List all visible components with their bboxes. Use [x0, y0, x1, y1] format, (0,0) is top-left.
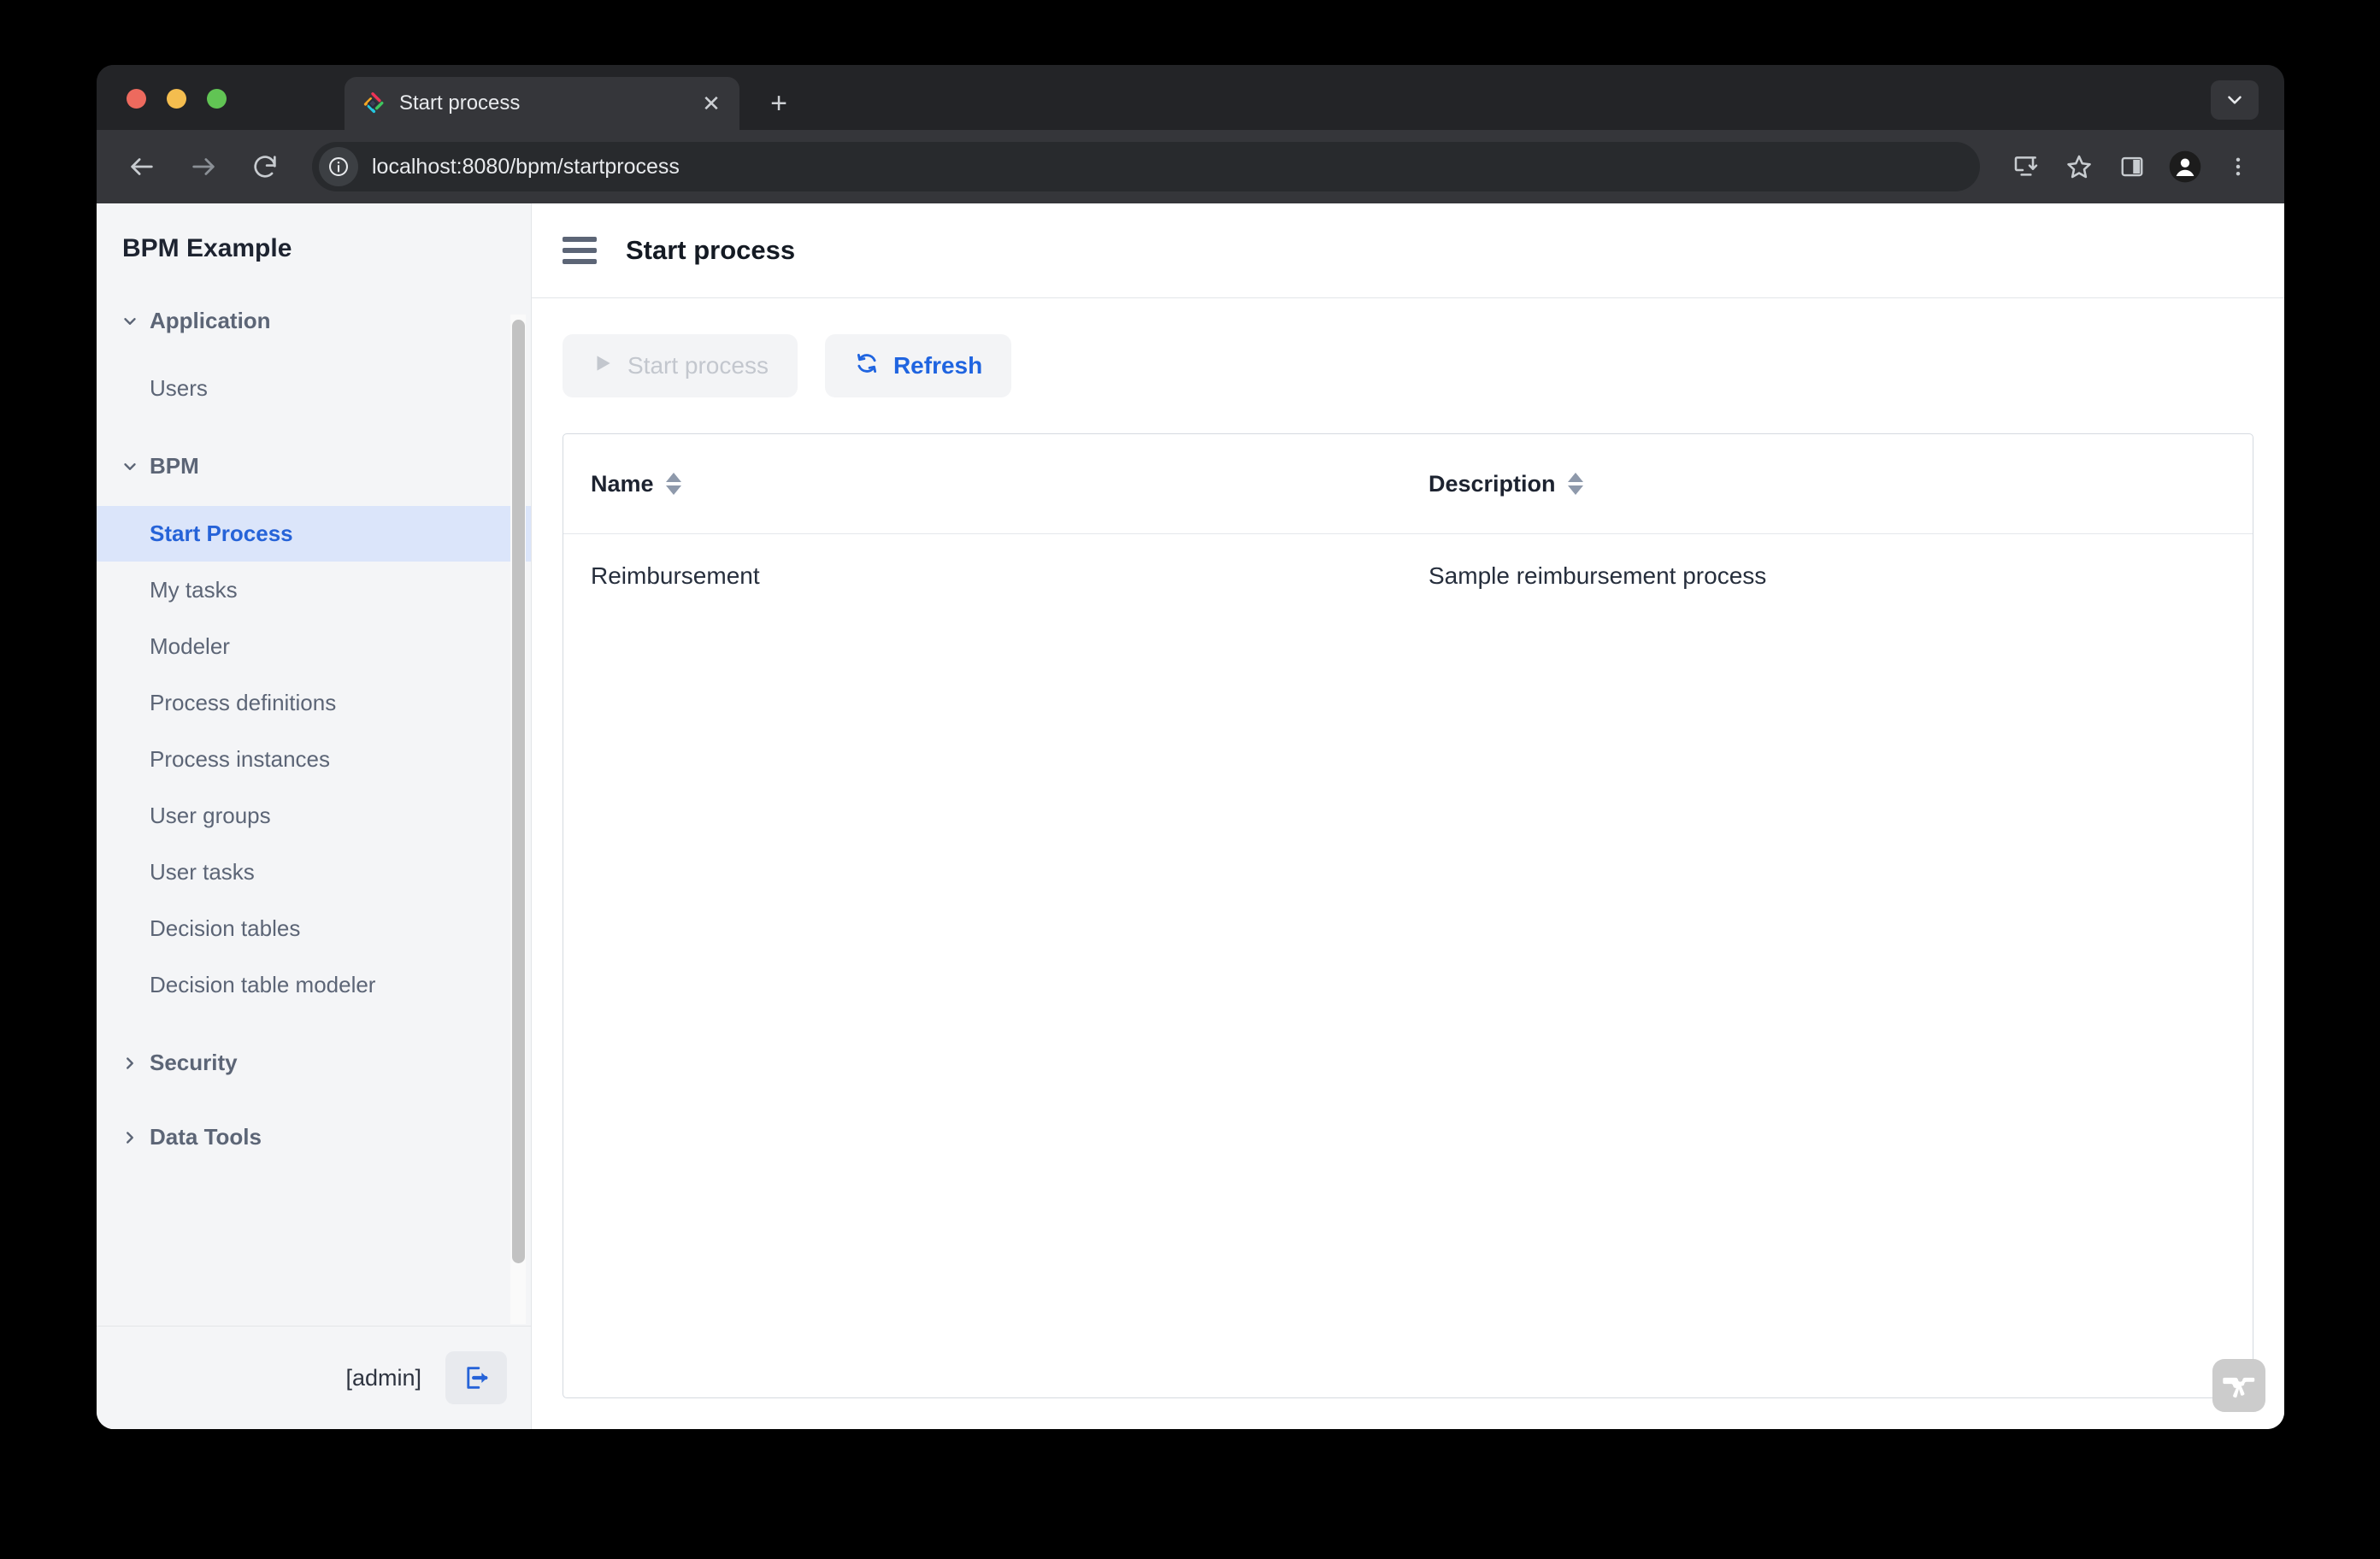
- address-bar[interactable]: localhost:8080/bpm/startprocess: [312, 142, 1980, 191]
- play-triangle-icon: [592, 352, 614, 380]
- sidebar-item-user-tasks[interactable]: User tasks: [97, 844, 519, 900]
- sidebar-item-user-groups[interactable]: User groups: [97, 788, 519, 844]
- vaadin-logo-icon[interactable]: [2212, 1359, 2265, 1412]
- sidebar-item-process-definitions[interactable]: Process definitions: [97, 675, 519, 731]
- browser-toolbar: localhost:8080/bpm/startprocess: [97, 130, 2284, 203]
- reload-icon[interactable]: [244, 145, 286, 188]
- address-bar-url: localhost:8080/bpm/startprocess: [372, 155, 680, 179]
- browser-window: Start process ✕ +: [97, 65, 2284, 1429]
- start-process-button-label: Start process: [627, 352, 769, 379]
- forward-arrow-icon[interactable]: [182, 145, 225, 188]
- chevron-down-icon: [117, 457, 143, 476]
- process-grid: Name Description Reimbursement Sample re…: [563, 433, 2253, 1398]
- grid-cell-name: Reimbursement: [563, 562, 1418, 590]
- chevron-down-icon: [117, 312, 143, 331]
- sidebar-item-modeler[interactable]: Modeler: [97, 619, 519, 674]
- table-row[interactable]: Reimbursement Sample reimbursement proce…: [563, 534, 2253, 618]
- app-sidebar: BPM Example Application Users: [97, 203, 532, 1429]
- sidebar-item-decision-tables[interactable]: Decision tables: [97, 901, 519, 956]
- grid-cell-description: Sample reimbursement process: [1418, 562, 2253, 590]
- site-info-icon[interactable]: [319, 147, 358, 186]
- sidebar-item-process-instances[interactable]: Process instances: [97, 732, 519, 787]
- side-panel-icon[interactable]: [2110, 144, 2154, 189]
- sidebar-section-application[interactable]: Application: [97, 296, 531, 346]
- sidebar-item-start-process[interactable]: Start Process: [97, 506, 531, 562]
- page-title: Start process: [626, 235, 795, 266]
- tab-search-button[interactable]: [2211, 80, 2259, 120]
- browser-tab[interactable]: Start process ✕: [345, 77, 739, 130]
- sort-arrows-icon: [1568, 473, 1583, 495]
- start-process-button[interactable]: Start process: [563, 334, 798, 397]
- vaadin-diamond-icon: [360, 91, 386, 116]
- refresh-button-label: Refresh: [893, 352, 982, 379]
- maximize-window-button[interactable]: [207, 89, 227, 109]
- main-header: Start process: [532, 203, 2284, 298]
- sidebar-item-decision-table-modeler[interactable]: Decision table modeler: [97, 957, 519, 1013]
- sidebar-section-label: Application: [150, 308, 271, 334]
- back-arrow-icon[interactable]: [121, 145, 163, 188]
- sort-by-name-button[interactable]: Name: [591, 471, 1418, 497]
- main-content: Start process Start process: [532, 203, 2284, 1429]
- refresh-circular-arrows-icon: [854, 350, 880, 382]
- sidebar-nav: Application Users BPM Start Process My: [97, 280, 531, 1326]
- grid-header-row: Name Description: [563, 434, 2253, 534]
- hamburger-menu-icon[interactable]: [563, 237, 597, 264]
- sidebar-footer: [admin]: [97, 1326, 531, 1429]
- page-content: BPM Example Application Users: [97, 203, 2284, 1429]
- refresh-button[interactable]: Refresh: [825, 334, 1011, 397]
- spacer: [97, 1088, 531, 1112]
- close-window-button[interactable]: [127, 89, 146, 109]
- grid-column-label-description: Description: [1429, 471, 1556, 497]
- sidebar-section-security[interactable]: Security: [97, 1038, 531, 1088]
- new-tab-button[interactable]: +: [763, 89, 794, 120]
- sidebar-section-label: Security: [150, 1050, 238, 1076]
- bookmark-star-icon[interactable]: [2057, 144, 2101, 189]
- spacer: [97, 346, 531, 360]
- install-app-icon[interactable]: [2004, 144, 2048, 189]
- logout-button[interactable]: [445, 1351, 507, 1404]
- three-dot-menu-icon[interactable]: [2216, 144, 2260, 189]
- action-toolbar: Start process Refresh: [532, 298, 2284, 397]
- sidebar-section-label: BPM: [150, 453, 199, 479]
- sidebar-section-bpm[interactable]: BPM: [97, 441, 531, 491]
- sort-by-description-button[interactable]: Description: [1429, 471, 2253, 497]
- chevron-right-icon: [117, 1054, 143, 1073]
- sidebar-item-users[interactable]: Users: [97, 361, 519, 416]
- tab-title: Start process: [399, 91, 698, 115]
- sidebar-scrollbar-thumb[interactable]: [512, 320, 525, 1263]
- minimize-window-button[interactable]: [167, 89, 186, 109]
- profile-avatar-icon[interactable]: [2163, 144, 2207, 189]
- spacer: [97, 417, 531, 441]
- grid-column-label-name: Name: [591, 471, 654, 497]
- window-traffic-lights: [127, 89, 227, 109]
- spacer: [97, 1014, 531, 1038]
- sidebar-section-data-tools[interactable]: Data Tools: [97, 1112, 531, 1162]
- current-user-label: [admin]: [345, 1365, 421, 1391]
- browser-tab-strip: Start process ✕ +: [97, 65, 2284, 130]
- sidebar-item-my-tasks[interactable]: My tasks: [97, 562, 519, 618]
- grid-header-cell-name: Name: [563, 471, 1418, 497]
- sidebar-section-label: Data Tools: [150, 1124, 262, 1150]
- chevron-right-icon: [117, 1128, 143, 1147]
- grid-header-cell-description: Description: [1418, 471, 2253, 497]
- app-brand-title: BPM Example: [97, 203, 531, 280]
- sort-arrows-icon: [666, 473, 681, 495]
- close-tab-button[interactable]: ✕: [698, 92, 724, 115]
- spacer: [97, 491, 531, 505]
